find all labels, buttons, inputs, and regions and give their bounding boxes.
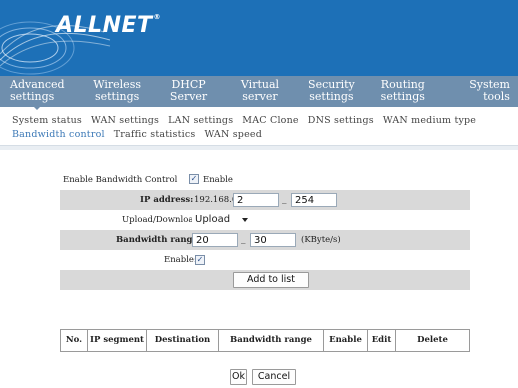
- upload-download-row: Upload/Download: Upload: [60, 210, 470, 230]
- enable-bandwidth-checkbox[interactable]: ✓: [189, 174, 199, 184]
- col-no: No.: [61, 330, 88, 351]
- nav-virtual-server[interactable]: Virtual server: [224, 76, 295, 107]
- sub-nav-row-1: System status WAN settings LAN settings MAC…: [12, 114, 512, 128]
- nav-security-settings[interactable]: Security settings: [296, 76, 367, 107]
- nav-routing-settings[interactable]: Routing settings: [367, 76, 438, 107]
- sub-nav-system-status[interactable]: System status: [12, 115, 82, 126]
- col-enable: Enable: [324, 330, 368, 351]
- bandwidth-range-label: Bandwidth range:: [116, 235, 202, 245]
- bandwidth-min-input[interactable]: 20: [192, 233, 238, 247]
- bandwidth-range-row: Bandwidth range: 20 _ 30 (KByte/s): [60, 230, 470, 250]
- sub-nav-traffic-statistics[interactable]: Traffic statistics: [114, 129, 196, 140]
- col-ip-segment: IP segment: [88, 330, 147, 351]
- upload-download-select[interactable]: Upload: [192, 213, 252, 227]
- nav-label-line2: Server: [169, 90, 208, 103]
- upload-download-label: Upload/Download:: [122, 215, 202, 225]
- ip-address-label: IP address:: [140, 195, 194, 205]
- main-nav: Advanced settings Wireless settings DHCP Se…: [0, 76, 518, 107]
- sub-nav-bandwidth-control[interactable]: Bandwidth control: [12, 129, 105, 140]
- bandwidth-range-separator: _: [241, 234, 246, 244]
- ip-start-input[interactable]: 2: [233, 193, 279, 207]
- ok-button[interactable]: Ok: [230, 369, 247, 385]
- chevron-down-icon: [242, 218, 248, 222]
- header-banner: ALLNET®: [0, 0, 518, 76]
- nav-label-line2: settings: [94, 90, 140, 103]
- col-delete: Delete: [417, 335, 448, 345]
- nav-label-line2: settings: [380, 90, 425, 103]
- trademark-mark: ®: [153, 13, 162, 21]
- allnet-logo: ALLNET®: [56, 13, 161, 38]
- nav-label-line2: server: [242, 90, 278, 103]
- ip-range-separator: _: [282, 194, 287, 204]
- enable-bandwidth-label: Enable Bandwidth Control: [63, 175, 178, 185]
- enable-bandwidth-row: Enable Bandwidth Control ✓ Enable: [60, 170, 470, 190]
- sub-nav: System status WAN settings LAN settings MAC…: [12, 114, 512, 142]
- content-divider: [0, 145, 518, 150]
- logo-text: ALLNET: [56, 13, 153, 38]
- nav-wireless-settings[interactable]: Wireless settings: [81, 76, 152, 107]
- sub-nav-lan-settings[interactable]: LAN settings: [168, 115, 233, 126]
- sub-nav-row-2: Bandwidth control Traffic statistics WAN s…: [12, 128, 512, 142]
- upload-download-value: Upload: [195, 214, 231, 225]
- rule-enable-label: Enable:: [164, 255, 197, 265]
- add-to-list-button[interactable]: Add to list: [233, 272, 309, 288]
- bandwidth-max-input[interactable]: 30: [250, 233, 296, 247]
- col-destination: Destination: [147, 330, 219, 351]
- col-bandwidth-range: Bandwidth range: [219, 330, 324, 351]
- ip-end-input[interactable]: 254: [291, 193, 337, 207]
- bandwidth-rules-table: No. IP segment Destination Bandwidth ran…: [60, 329, 470, 352]
- rule-enable-checkbox[interactable]: ✓: [195, 255, 205, 265]
- sub-nav-wan-medium-type[interactable]: WAN medium type: [383, 115, 476, 126]
- sub-nav-wan-speed[interactable]: WAN speed: [204, 129, 262, 140]
- rule-enable-row: Enable: ✓: [60, 250, 470, 270]
- sub-nav-wan-settings[interactable]: WAN settings: [91, 115, 159, 126]
- sub-nav-mac-clone[interactable]: MAC Clone: [242, 115, 298, 126]
- enable-bandwidth-text: Enable: [203, 175, 233, 185]
- sub-nav-dns-settings[interactable]: DNS settings: [308, 115, 374, 126]
- nav-system-tools[interactable]: System tools: [439, 76, 518, 107]
- nav-label-line2: tools: [483, 90, 510, 103]
- bandwidth-unit: (KByte/s): [301, 235, 341, 245]
- nav-label-line2: settings: [10, 90, 55, 103]
- cancel-button[interactable]: Cancel: [252, 369, 296, 385]
- nav-label-line2: settings: [309, 90, 354, 103]
- add-to-list-row: Add to list: [60, 270, 470, 290]
- nav-dhcp-server[interactable]: DHCP Server: [153, 76, 224, 107]
- nav-advanced-settings[interactable]: Advanced settings: [0, 76, 81, 107]
- col-edit: Edit: [368, 330, 396, 351]
- logo-swoosh-graphic: [0, 21, 111, 75]
- ip-address-row: IP address: 192.168.0. 2 _ 254: [60, 190, 470, 210]
- active-nav-pointer-icon: [32, 105, 42, 110]
